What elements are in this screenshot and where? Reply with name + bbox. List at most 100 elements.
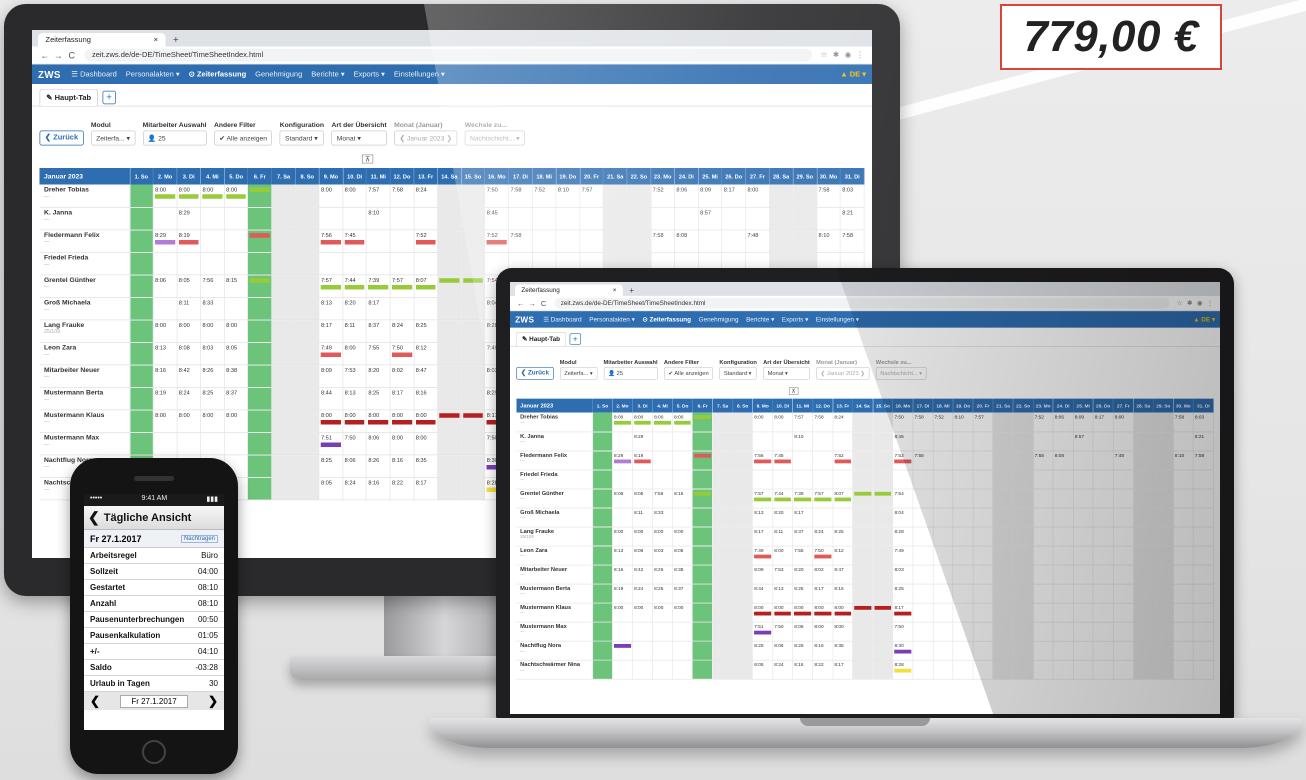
day-cell[interactable] bbox=[1153, 488, 1174, 509]
employee-row[interactable]: Lang Frauke 25/109 8:00 8:00 8:00 8:00 8:17 8:1… bbox=[516, 526, 1214, 547]
day-cell[interactable]: 7:56 bbox=[752, 450, 774, 470]
day-cell[interactable] bbox=[437, 274, 462, 298]
employee-name[interactable]: Dreher Tobias — bbox=[39, 184, 130, 208]
day-cell[interactable]: 8:12 bbox=[832, 545, 854, 566]
day-cell[interactable] bbox=[271, 184, 296, 208]
day-cell[interactable] bbox=[612, 431, 633, 451]
day-header[interactable]: 27. Fr bbox=[1113, 398, 1134, 413]
day-cell[interactable] bbox=[712, 564, 733, 585]
day-cell[interactable] bbox=[1033, 621, 1054, 642]
day-cell[interactable] bbox=[1053, 659, 1074, 680]
day-cell[interactable] bbox=[461, 229, 486, 253]
day-cell[interactable] bbox=[993, 507, 1014, 528]
nachtragen-button[interactable]: Nachtragen bbox=[180, 534, 218, 543]
day-cell[interactable]: 8:04 bbox=[892, 507, 914, 528]
tab-haupt[interactable]: ✎ Haupt-Tab bbox=[39, 88, 98, 106]
day-cell[interactable] bbox=[1113, 602, 1134, 623]
day-cell[interactable] bbox=[295, 252, 320, 275]
day-cell[interactable]: 7:57 bbox=[366, 184, 391, 208]
employee-row[interactable]: K. Janna — 8:29 8:10 8:45 8:57 8:21 bbox=[516, 431, 1214, 451]
day-cell[interactable]: 8:06 bbox=[153, 274, 178, 298]
day-cell[interactable]: 7:54 bbox=[892, 488, 914, 509]
day-cell[interactable] bbox=[1113, 507, 1134, 528]
nav-berichte[interactable]: Berichte ▾ bbox=[311, 70, 344, 78]
employee-name[interactable]: Friedel Frieda — bbox=[516, 469, 593, 490]
day-cell[interactable]: 8:19 bbox=[153, 387, 178, 410]
day-cell[interactable]: 7:52 bbox=[532, 184, 557, 208]
day-cell[interactable] bbox=[632, 469, 653, 490]
address-bar[interactable]: zeit.zws.de/de-DE/TimeSheet/TimeSheetInd… bbox=[84, 48, 812, 62]
day-cell[interactable]: 7:57 bbox=[812, 488, 834, 509]
day-header[interactable]: 22. So bbox=[1013, 398, 1034, 413]
monat-picker[interactable]: ❮ Januar 2023 ❯ bbox=[816, 366, 870, 380]
day-cell[interactable] bbox=[692, 412, 713, 432]
day-header[interactable]: 6. Fr bbox=[692, 398, 713, 413]
day-header[interactable]: 2. Mo bbox=[612, 398, 633, 413]
day-cell[interactable]: 8:00 bbox=[176, 409, 201, 433]
day-cell[interactable] bbox=[652, 621, 673, 642]
day-cell[interactable]: 8:26 bbox=[366, 454, 391, 478]
uebersicht-select[interactable]: Monat ▾ bbox=[763, 366, 810, 380]
day-cell[interactable]: 8:00 bbox=[200, 319, 225, 343]
day-header[interactable]: 13. Fr bbox=[832, 398, 854, 413]
day-cell[interactable]: 8:10 bbox=[556, 184, 581, 208]
employee-row[interactable]: Nachtflug Nora — 8:25 8:06 8:26 8:16 8:35 8:30 bbox=[516, 640, 1214, 661]
day-cell[interactable]: 8:37 bbox=[224, 387, 249, 410]
nav-dashboard[interactable]: ☰ Dashboard bbox=[71, 70, 117, 78]
day-cell[interactable] bbox=[712, 431, 733, 451]
day-cell[interactable] bbox=[437, 319, 462, 343]
day-cell[interactable] bbox=[1093, 469, 1114, 490]
day-cell[interactable] bbox=[271, 342, 296, 365]
day-cell[interactable] bbox=[224, 432, 249, 455]
day-cell[interactable]: 8:33 bbox=[200, 297, 225, 320]
day-cell[interactable]: 8:20 bbox=[366, 364, 391, 388]
day-cell[interactable]: 8:08 bbox=[1053, 450, 1074, 470]
day-cell[interactable] bbox=[1113, 583, 1134, 604]
day-cell[interactable] bbox=[1093, 640, 1114, 661]
monat-picker[interactable]: ❮ Januar 2023 ❯ bbox=[394, 130, 458, 146]
day-cell[interactable] bbox=[176, 432, 201, 455]
day-cell[interactable]: 7:50 bbox=[484, 184, 509, 208]
day-cell[interactable]: 7:51 bbox=[319, 432, 344, 455]
day-cell[interactable] bbox=[153, 207, 178, 230]
day-cell[interactable] bbox=[437, 387, 462, 410]
employee-name[interactable]: Lang Frauke 25/109 bbox=[39, 319, 130, 343]
day-cell[interactable] bbox=[1073, 583, 1094, 604]
day-header[interactable]: 21. Sa bbox=[993, 398, 1014, 413]
day-cell[interactable]: 7:58 bbox=[812, 412, 834, 432]
employee-name[interactable]: Nachtflug Nora — bbox=[516, 640, 593, 661]
day-cell[interactable]: 8:00 bbox=[319, 409, 344, 433]
day-cell[interactable] bbox=[692, 659, 713, 680]
konfiguration-select[interactable]: Standard ▾ bbox=[279, 130, 324, 146]
day-cell[interactable] bbox=[592, 545, 613, 566]
day-cell[interactable] bbox=[1133, 640, 1154, 661]
day-cell[interactable] bbox=[627, 184, 652, 208]
day-cell[interactable] bbox=[932, 602, 954, 623]
day-cell[interactable]: 8:00 bbox=[390, 432, 415, 455]
day-cell[interactable] bbox=[1033, 431, 1054, 451]
day-header[interactable]: 3. Di bbox=[632, 398, 653, 413]
day-header[interactable]: 19. Do bbox=[556, 168, 581, 185]
day-header[interactable]: 1. So bbox=[592, 398, 613, 413]
day-cell[interactable]: 7:57 bbox=[972, 412, 994, 432]
day-cell[interactable] bbox=[247, 252, 273, 275]
day-cell[interactable] bbox=[692, 507, 713, 528]
day-cell[interactable] bbox=[1033, 488, 1054, 509]
day-cell[interactable]: 8:44 bbox=[752, 583, 774, 604]
day-cell[interactable] bbox=[632, 621, 653, 642]
day-cell[interactable] bbox=[437, 477, 462, 500]
day-cell[interactable] bbox=[295, 207, 320, 230]
day-cell[interactable] bbox=[692, 621, 713, 642]
day-cell[interactable]: 8:47 bbox=[413, 364, 438, 388]
day-cell[interactable] bbox=[652, 659, 673, 680]
day-cell[interactable] bbox=[912, 431, 934, 451]
day-cell[interactable]: 8:05 bbox=[752, 659, 774, 680]
day-cell[interactable]: 8:00 bbox=[153, 319, 178, 343]
day-cell[interactable]: 8:00 bbox=[632, 602, 653, 623]
day-cell[interactable]: 7:44 bbox=[772, 488, 794, 509]
day-cell[interactable] bbox=[972, 450, 994, 470]
day-cell[interactable] bbox=[1013, 640, 1034, 661]
day-cell[interactable] bbox=[1113, 545, 1134, 566]
day-cell[interactable]: 8:00 bbox=[413, 409, 438, 433]
day-cell[interactable] bbox=[437, 409, 462, 433]
